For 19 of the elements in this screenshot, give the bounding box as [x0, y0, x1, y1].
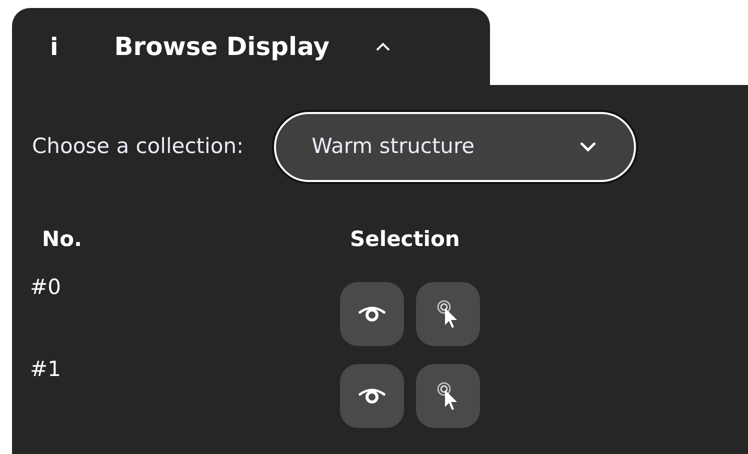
view-button[interactable]: [340, 364, 404, 428]
collection-label: Choose a collection:: [32, 133, 244, 160]
collection-dropdown[interactable]: Warm structure: [274, 112, 636, 182]
eye-icon: [356, 386, 388, 406]
dropdown-value: Warm structure: [312, 133, 475, 160]
row-number: #1: [30, 356, 62, 382]
view-button[interactable]: [340, 282, 404, 346]
chevron-down-icon: [578, 140, 598, 154]
info-icon: i: [50, 28, 58, 64]
cursor-click-icon: [436, 298, 460, 328]
select-button[interactable]: [416, 282, 480, 346]
cursor-click-icon: [436, 380, 460, 410]
select-button[interactable]: [416, 364, 480, 428]
column-header: Selection: [350, 226, 460, 253]
panel-title: Browse Display: [114, 30, 330, 63]
eye-icon: [356, 304, 388, 324]
panel-header[interactable]: i Browse Display: [12, 8, 490, 85]
column-header: No.: [42, 226, 83, 253]
row-number: #0: [30, 274, 62, 300]
